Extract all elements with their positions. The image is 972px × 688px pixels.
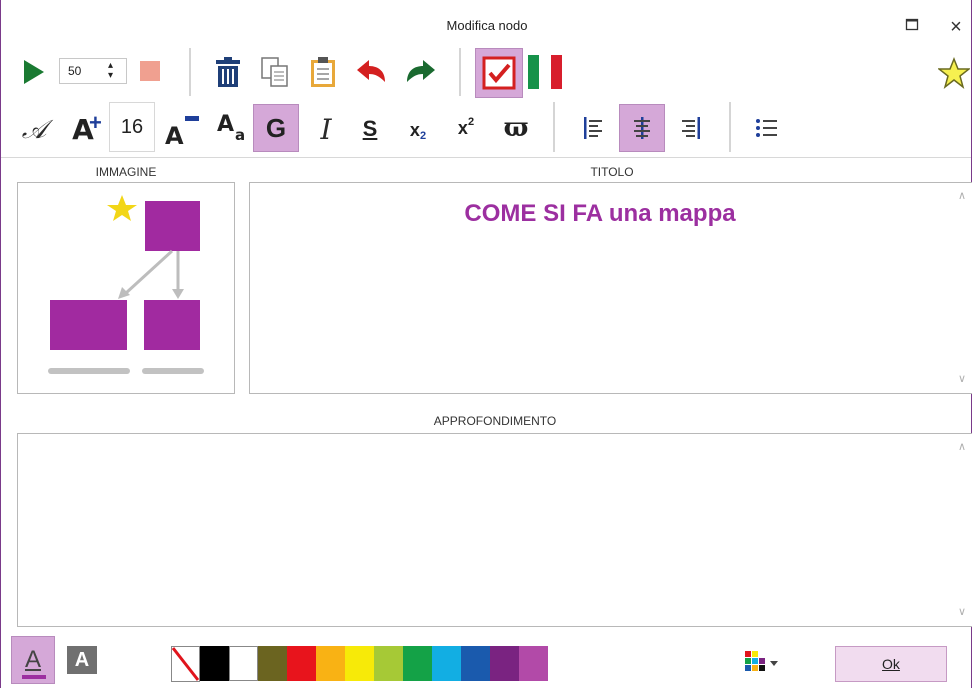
scroll-down-icon[interactable]: ∨ [958, 372, 966, 385]
play-icon[interactable] [17, 56, 49, 88]
bullet-list-icon[interactable] [749, 108, 785, 148]
increase-font-button[interactable]: A + [61, 108, 105, 150]
toolbar-divider [729, 102, 731, 152]
superscript-mark: 2 [467, 116, 475, 128]
color-swatch[interactable] [490, 646, 519, 681]
text-color-button[interactable]: A [11, 636, 55, 684]
color-swatch[interactable] [403, 646, 432, 681]
superscript-label: x [457, 117, 468, 138]
italy-flag-icon[interactable] [527, 54, 563, 90]
subscript-button[interactable]: x 2 [401, 110, 435, 150]
color-swatch[interactable] [287, 646, 316, 681]
title-text: COME SI FA una mappa [464, 200, 736, 227]
window-title: Modifica nodo [446, 18, 528, 33]
color-swatch[interactable] [374, 646, 403, 681]
ok-label: Ok [882, 656, 900, 672]
superscript-button[interactable]: x 2 [449, 108, 483, 148]
toolbar-divider [553, 102, 555, 152]
undo-icon[interactable] [353, 56, 391, 88]
subscript-label: x [409, 119, 420, 140]
decrease-font-button[interactable]: A [161, 108, 205, 150]
decrease-font-label: A [165, 122, 184, 150]
palette-icon[interactable] [741, 646, 781, 682]
details-textbox[interactable]: ∧ ∨ [17, 433, 972, 627]
scroll-down-icon[interactable]: ∨ [958, 605, 966, 618]
align-right-icon[interactable] [673, 108, 709, 148]
image-section-label: IMMAGINE [95, 165, 157, 179]
plus-icon: + [89, 110, 102, 135]
paste-icon[interactable] [305, 54, 341, 90]
color-swatch[interactable] [432, 646, 461, 681]
title-section-label: TITOLO [590, 165, 634, 179]
scroll-up-icon[interactable]: ∧ [958, 189, 966, 202]
speed-value: 50 [68, 64, 82, 78]
minus-icon [185, 116, 199, 121]
italic-button[interactable]: I [311, 108, 341, 150]
align-center-icon[interactable] [619, 104, 665, 152]
color-swatch[interactable] [229, 646, 258, 681]
font-script-icon[interactable]: 𝒜 [19, 110, 49, 150]
subscript-mark: 2 [419, 130, 427, 142]
omega-button[interactable]: ϖ [497, 108, 535, 148]
close-icon[interactable]: × [941, 16, 971, 38]
color-swatch[interactable] [316, 646, 345, 681]
change-case-button[interactable]: A a [213, 108, 251, 150]
redo-icon[interactable] [401, 56, 439, 88]
scroll-up-icon[interactable]: ∧ [958, 440, 966, 453]
toolbar-bottom-border [1, 157, 971, 158]
align-left-icon[interactable] [575, 108, 611, 148]
stepper-arrows-icon[interactable]: ▴ ▾ [108, 61, 113, 81]
strike-button[interactable]: S [353, 108, 387, 150]
color-swatch[interactable] [200, 646, 229, 681]
bottom-bar: A A [1, 630, 971, 688]
toolbar-divider [189, 48, 191, 96]
map-diagram-image [48, 195, 204, 374]
background-color-button[interactable]: A [67, 646, 97, 674]
text-color-indicator [22, 675, 46, 679]
case-big-label: A [217, 112, 235, 137]
star-icon[interactable] [937, 56, 971, 90]
details-section-label: APPROFONDIMENTO [433, 414, 557, 428]
bold-button[interactable]: G [253, 104, 299, 152]
color-swatch[interactable] [519, 646, 548, 681]
edit-node-window: Modifica nodo × 50 ▴ ▾ 𝒜 A + 16 A A a G … [0, 0, 972, 688]
trash-icon[interactable] [211, 54, 245, 90]
title-textbox[interactable]: COME SI FA una mappa ∧ ∨ [249, 182, 972, 394]
color-swatch[interactable] [461, 646, 490, 681]
font-size-box[interactable]: 16 [109, 102, 155, 152]
toolbar-divider [459, 48, 461, 96]
color-swatch[interactable] [258, 646, 287, 681]
ok-button[interactable]: Ok [835, 646, 947, 682]
color-swatch[interactable] [345, 646, 374, 681]
copy-icon[interactable] [257, 54, 293, 90]
node-image-box[interactable] [17, 182, 235, 394]
stop-icon[interactable] [137, 58, 163, 84]
title-bar: Modifica nodo × [1, 0, 971, 48]
case-small-label: a [235, 126, 246, 144]
no-color-swatch[interactable] [171, 646, 200, 682]
text-color-label: A [24, 646, 41, 673]
checkbox-icon[interactable] [475, 48, 523, 98]
maximize-icon[interactable] [897, 16, 927, 38]
speed-stepper[interactable]: 50 ▴ ▾ [59, 58, 127, 84]
